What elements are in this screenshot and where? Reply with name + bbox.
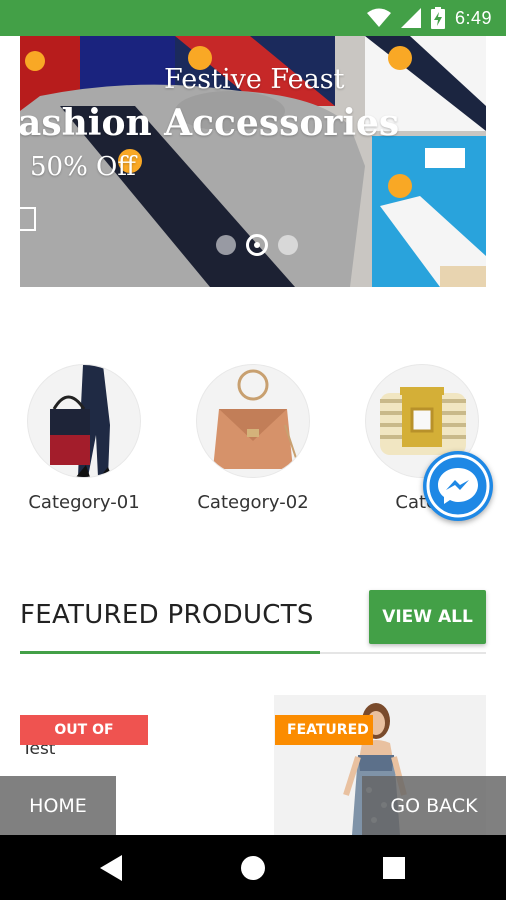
featured-products-title: FEATURED PRODUCTS	[20, 600, 314, 630]
slider-dot[interactable]	[278, 235, 298, 255]
nav-recents-button[interactable]	[354, 835, 434, 900]
handbag-image	[50, 365, 112, 477]
back-icon	[100, 854, 122, 881]
slider-dot-active[interactable]	[246, 234, 268, 256]
banner-shop-button[interactable]	[20, 207, 36, 231]
view-all-button[interactable]: VIEW ALL	[369, 590, 486, 644]
banner-title: ashion Accessories	[20, 102, 400, 144]
go-back-button[interactable]: GO BACK	[362, 776, 506, 835]
banner-slider[interactable]: Festive Feast ashion Accessories 50% Off	[20, 36, 486, 287]
section-divider-accent	[20, 651, 320, 654]
signal-icon	[400, 8, 421, 28]
wifi-icon	[366, 8, 391, 27]
out-of-stock-badge: OUT OF STOCK	[20, 715, 148, 768]
status-time: 6:49	[454, 7, 492, 28]
home-icon	[241, 855, 265, 880]
tan-handbag-image	[213, 369, 298, 469]
category-label: Category-01	[28, 492, 140, 513]
slider-dot[interactable]	[216, 235, 236, 255]
category-item[interactable]: Category-02	[173, 362, 333, 513]
category-image	[27, 364, 141, 478]
category-image	[196, 364, 310, 478]
home-button[interactable]: HOME	[0, 776, 116, 835]
category-item[interactable]: Category-01	[4, 362, 164, 513]
messenger-icon	[426, 454, 490, 518]
nav-home-button[interactable]	[213, 835, 293, 900]
status-bar: 6:49	[0, 0, 506, 36]
featured-badge: FEATURED	[275, 715, 373, 745]
messenger-button[interactable]	[423, 451, 493, 521]
slider-dots	[216, 234, 298, 256]
category-label: Category-02	[197, 492, 309, 513]
battery-charging-icon	[430, 7, 445, 29]
recents-icon	[383, 856, 405, 879]
banner-subtitle: Festive Feast	[164, 64, 345, 95]
banner-offer: 50% Off	[30, 152, 136, 182]
navigation-bar	[0, 835, 506, 900]
status-icons: 6:49	[366, 7, 492, 29]
nav-back-button[interactable]	[72, 835, 152, 900]
